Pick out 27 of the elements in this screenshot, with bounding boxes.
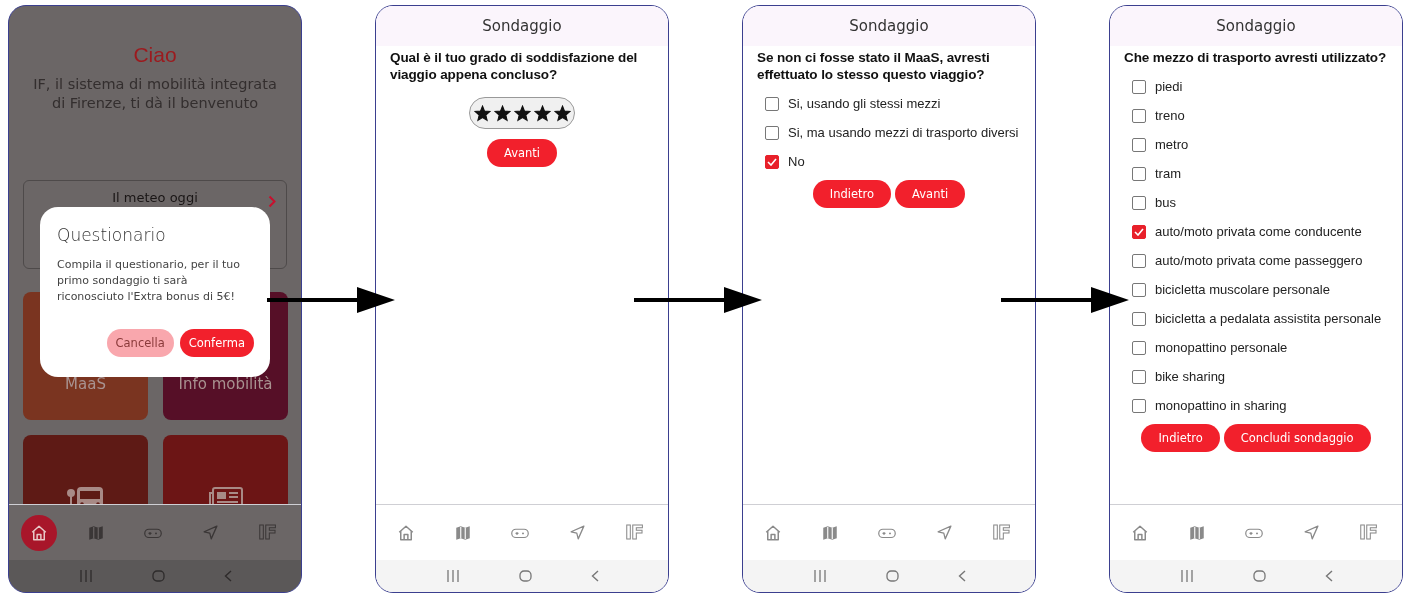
option-label: bicicletta a pedalata assistita personale	[1155, 311, 1382, 326]
question-text: Qual è il tuo grado di soddisfazione del viaggio appena concluso?	[390, 49, 639, 83]
option-label: No	[788, 154, 805, 169]
option-label: auto/moto privata come passeggero	[1155, 253, 1363, 268]
question-text: Se non ci fosse stato il MaaS, avresti effettuato lo stesso questo viaggio?	[757, 49, 991, 83]
option-label: monopattino in sharing	[1155, 398, 1287, 413]
option-label: bicicletta muscolare personale	[1155, 282, 1330, 297]
question-text: Che mezzo di trasporto avresti utilizzato?	[1124, 49, 1388, 66]
screen-title: Sondaggio	[1110, 6, 1402, 46]
screen-title: Sondaggio	[743, 6, 1035, 46]
option-label: monopattino personale	[1155, 340, 1288, 355]
option-label: bus	[1155, 195, 1176, 210]
dialog-message: Compila il questionario, per il tuo primo sondaggio ti sarà riconosciuto l'Extra bonus di 5€!	[57, 257, 242, 305]
option-label: auto/moto privata come conducente	[1155, 224, 1362, 239]
option-label: tram	[1155, 166, 1181, 181]
option-label: metro	[1155, 137, 1189, 152]
greeting: Ciao	[132, 43, 178, 67]
dialog-title: Questionario	[57, 225, 167, 245]
option-label: Si, ma usando mezzi di trasporto diversi	[788, 125, 1019, 140]
weather-label: Il meteo oggi	[112, 190, 198, 205]
option-label: bike sharing	[1155, 369, 1226, 384]
tile-label: Info mobilità	[178, 375, 273, 393]
option-label: Si, usando gli stessi mezzi	[788, 96, 941, 111]
tile-label: MaaS	[65, 375, 106, 393]
screen-title: Sondaggio	[376, 6, 668, 46]
option-label: treno	[1155, 108, 1185, 123]
option-label: piedi	[1155, 79, 1183, 94]
